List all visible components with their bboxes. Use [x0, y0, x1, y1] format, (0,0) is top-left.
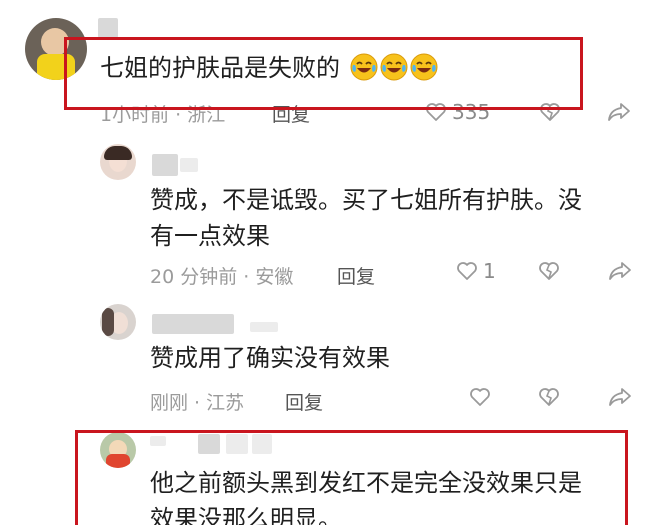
username-blurred[interactable]: [152, 314, 234, 334]
share-button[interactable]: [607, 385, 633, 409]
comment-thread: 七姐的护肤品是失败的 1小时前 · 浙江 回复 335 赞成，不是诋毁。买了七姐…: [0, 0, 660, 525]
broken-heart-icon: [539, 262, 559, 280]
dislike-button[interactable]: [537, 385, 561, 409]
highlight-box: [75, 430, 628, 525]
broken-heart-icon: [539, 388, 559, 406]
username-blurred[interactable]: [152, 154, 178, 176]
heart-outline-icon: [457, 262, 477, 280]
share-arrow-icon: [608, 103, 630, 121]
dislike-button[interactable]: [537, 259, 561, 283]
comment-meta: 20 分钟前 · 安徽: [150, 266, 294, 288]
avatar[interactable]: [100, 144, 136, 180]
highlight-box: [64, 37, 583, 110]
comment-text: 赞成用了确实没有效果: [150, 344, 390, 372]
share-button[interactable]: [606, 100, 632, 124]
like-button[interactable]: 1: [455, 259, 496, 283]
avatar[interactable]: [100, 304, 136, 340]
comment-meta: 刚刚 · 江苏: [150, 392, 245, 414]
username-blurred: [250, 322, 278, 332]
reply-button[interactable]: 回复: [285, 388, 323, 415]
username-blurred: [180, 158, 198, 172]
reply-button[interactable]: 回复: [337, 262, 375, 289]
share-arrow-icon: [609, 388, 631, 406]
avatar-hair: [102, 308, 114, 336]
like-button[interactable]: [468, 385, 492, 409]
comment-text: 赞成，不是诋毁。买了七姐所有护肤。没 有一点效果: [150, 182, 582, 254]
avatar-hair: [104, 146, 132, 160]
comment-line: 有一点效果: [150, 222, 270, 250]
comment-line: 赞成，不是诋毁。买了七姐所有护肤。没: [150, 186, 582, 214]
like-count: 1: [483, 259, 496, 283]
share-arrow-icon: [609, 262, 631, 280]
username-blurred[interactable]: [98, 18, 118, 38]
heart-outline-icon: [470, 388, 490, 406]
share-button[interactable]: [607, 259, 633, 283]
